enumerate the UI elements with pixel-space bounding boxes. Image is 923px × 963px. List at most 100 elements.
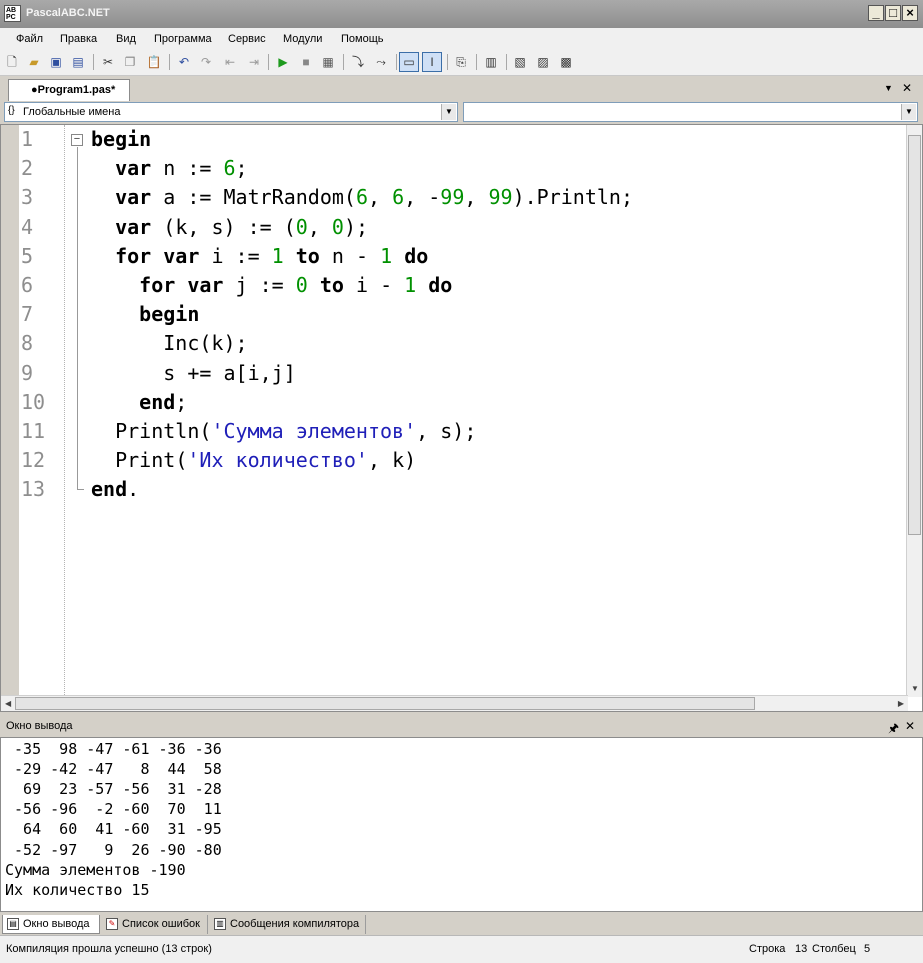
save-icon[interactable]: ▣ (48, 54, 64, 70)
fold-guide-end (77, 489, 84, 490)
tab-output-window[interactable]: ▤ Окно вывода (2, 915, 100, 934)
code-line[interactable]: Println('Сумма элементов', s); (91, 419, 476, 443)
output-window[interactable]: -35 98 -47 -61 -36 -36 -29 -42 -47 8 44 … (0, 737, 923, 912)
code-line[interactable]: s += a[i,j] (91, 361, 296, 385)
compiler-messages-icon: ▥ (214, 918, 226, 930)
close-panel-icon[interactable]: ✕ (905, 719, 915, 733)
line-number: 10 (21, 389, 46, 414)
scroll-right-icon[interactable]: ▶ (898, 699, 904, 708)
code-line[interactable]: end. (91, 477, 139, 501)
open-icon[interactable]: ▰ (26, 54, 42, 70)
scroll-left-icon[interactable]: ◀ (5, 699, 11, 708)
disasm-icon[interactable]: ▧ (512, 54, 528, 70)
maximize-button[interactable]: □ (885, 5, 901, 21)
menu-program[interactable]: Программа (154, 33, 212, 45)
chevron-down-icon[interactable]: ▼ (441, 104, 456, 120)
fold-guide (77, 147, 78, 489)
line-number-gutter: 1 2 3 4 5 6 7 8 9 10 11 12 13 (19, 125, 65, 697)
copy-icon[interactable]: ❐ (122, 54, 138, 70)
run-icon[interactable]: ▶ (275, 54, 291, 70)
output-panel-header: Окно вывода 🖈 ✕ (0, 716, 923, 736)
output-window-icon: ▤ (7, 918, 19, 930)
toolbar-separator (93, 54, 94, 70)
debug-step-into-icon[interactable]: ⤵ (350, 54, 366, 70)
output-line: -56 -96 -2 -60 70 11 (5, 800, 222, 819)
menu-service[interactable]: Сервис (228, 33, 266, 45)
editor-vertical-scrollbar[interactable]: ▼ (906, 125, 922, 697)
code-line[interactable]: for var i := 1 to n - 1 do (91, 244, 428, 268)
line-number: 12 (21, 448, 46, 473)
new-file-icon[interactable]: 🗋 (4, 54, 20, 70)
toggle-line-icon[interactable]: ▨ (535, 54, 551, 70)
line-number: 7 (21, 302, 34, 327)
redo-icon[interactable]: ↷ (198, 54, 214, 70)
toggle-column-icon[interactable]: ▩ (558, 54, 574, 70)
close-button[interactable]: × (902, 5, 918, 21)
output-line: 64 60 41 -60 31 -95 (5, 820, 222, 839)
stop-icon[interactable]: ■ (298, 54, 314, 70)
tab-error-list-label: Список ошибок (122, 918, 200, 930)
toolbar-separator (506, 54, 507, 70)
status-bar: Компиляция прошла успешно (13 строк) Стр… (0, 935, 923, 963)
document-tab-strip: ●Program1.pas* ▼ ✕ (0, 77, 923, 101)
vertical-scroll-thumb[interactable] (908, 135, 921, 535)
toolbar-separator (476, 54, 477, 70)
text-mode-icon[interactable]: I (422, 52, 442, 72)
row-label: Строка (749, 943, 786, 955)
navigate-back-icon[interactable]: ⇤ (222, 54, 238, 70)
minimize-button[interactable]: _ (868, 5, 884, 21)
output-window-icon[interactable]: ▭ (399, 52, 419, 72)
format-icon[interactable]: ⎘ (453, 54, 469, 70)
code-line[interactable]: end; (91, 390, 187, 414)
line-number: 3 (21, 185, 34, 210)
close-tab-icon[interactable]: ✕ (902, 81, 912, 95)
tab-list-dropdown-icon[interactable]: ▼ (884, 83, 893, 93)
editor-horizontal-scrollbar[interactable]: ◀ ▶ (1, 695, 908, 711)
undo-icon[interactable]: ↶ (176, 54, 192, 70)
menu-edit[interactable]: Правка (60, 33, 97, 45)
designer-icon[interactable]: ▥ (483, 54, 499, 70)
output-line: -52 -97 9 26 -90 -80 (5, 840, 222, 859)
code-line[interactable]: Print('Их количество', k) (91, 448, 416, 472)
output-line: -29 -42 -47 8 44 58 (5, 760, 222, 779)
members-combo[interactable]: ▼ (463, 102, 918, 122)
line-number: 9 (21, 360, 34, 385)
scope-combo[interactable]: {} Глобальные имена ▼ (4, 102, 458, 122)
column-value: 5 (864, 943, 871, 955)
output-line: 69 23 -57 -56 31 -28 (5, 780, 222, 799)
tab-program1[interactable]: ●Program1.pas* (8, 79, 130, 101)
toolbar-separator (396, 54, 397, 70)
code-line[interactable]: begin (91, 127, 151, 151)
menu-help[interactable]: Помощь (341, 33, 384, 45)
tab-compiler-messages[interactable]: ▥ Сообщения компилятора (210, 915, 366, 934)
debug-step-over-icon[interactable]: ⤳ (373, 54, 389, 70)
menu-modules[interactable]: Модули (283, 33, 322, 45)
fold-collapse-icon[interactable]: − (71, 134, 83, 146)
toolbar-separator (169, 54, 170, 70)
navigate-forward-icon[interactable]: ⇥ (246, 54, 262, 70)
line-number: 5 (21, 243, 34, 268)
line-number: 6 (21, 273, 34, 297)
menu-view[interactable]: Вид (116, 33, 136, 45)
editor-margin (1, 125, 19, 697)
code-line[interactable]: for var j := 0 to i - 1 do (91, 273, 452, 297)
compile-icon[interactable]: ▦ (320, 54, 336, 70)
cut-icon[interactable]: ✂ (100, 54, 116, 70)
code-line[interactable]: var n := 6; (91, 156, 248, 180)
toolbar-separator (447, 54, 448, 70)
horizontal-scroll-thumb[interactable] (15, 697, 755, 710)
tab-error-list[interactable]: ✎ Список ошибок (102, 915, 208, 934)
chevron-down-icon[interactable]: ▼ (901, 104, 916, 120)
scroll-down-icon[interactable]: ▼ (911, 684, 919, 693)
paste-icon[interactable]: 📋 (146, 54, 162, 70)
code-line[interactable]: Inc(k); (91, 331, 247, 355)
code-editor[interactable]: 1 2 3 4 5 6 7 8 9 10 11 12 13 − begin var n := 6; va… (0, 124, 923, 712)
bottom-panel-tabs: ▤ Окно вывода ✎ Список ошибок ▥ Сообщени… (0, 913, 923, 935)
navigation-combo-row: {} Глобальные имена ▼ ▼ (0, 101, 923, 123)
menu-file[interactable]: Файл (16, 33, 43, 45)
output-panel-title: Окно вывода (6, 720, 73, 732)
code-line[interactable]: var a := MatrRandom(6, 6, -99, 99).Print… (91, 185, 633, 209)
code-line[interactable]: var (k, s) := (0, 0); (91, 215, 368, 239)
code-line[interactable]: begin (91, 302, 199, 326)
save-all-icon[interactable]: ▤ (70, 54, 86, 70)
